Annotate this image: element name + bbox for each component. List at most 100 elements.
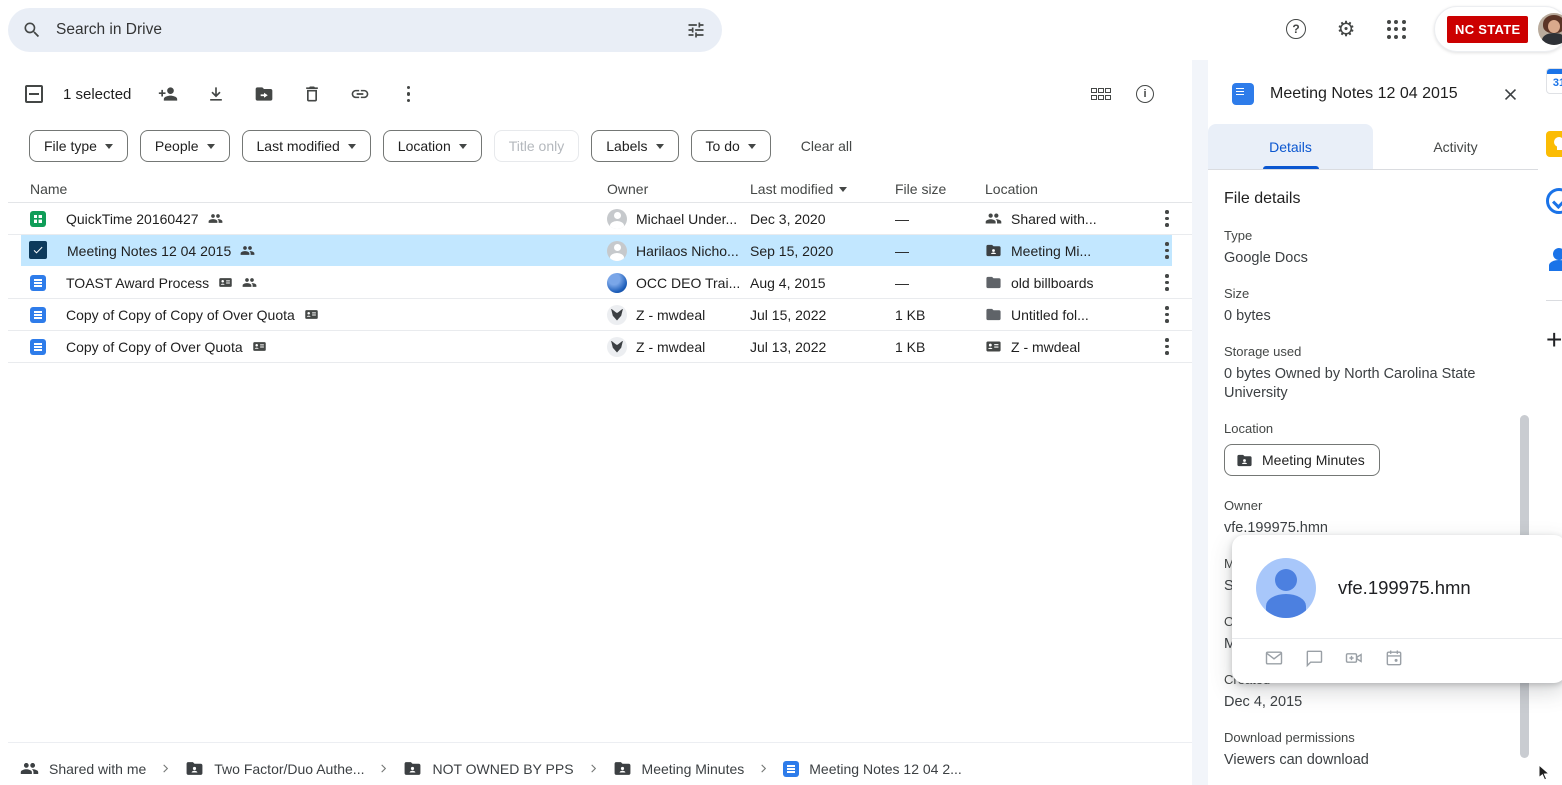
sheets-file-icon <box>30 211 46 227</box>
row-menu-button[interactable] <box>1142 210 1192 227</box>
send-email-button[interactable] <box>1264 648 1284 668</box>
move-button[interactable] <box>253 83 275 105</box>
shared-folder-icon <box>985 242 1002 259</box>
filter-last-modified[interactable]: Last modified <box>242 130 371 162</box>
created-value: Dec 4, 2015 <box>1224 693 1504 712</box>
contacts-app-icon[interactable] <box>1546 245 1562 271</box>
header-file-size[interactable]: File size <box>895 181 985 197</box>
download-button[interactable] <box>205 83 227 105</box>
panel-tabs: Details Activity <box>1208 124 1538 170</box>
docs-file-icon <box>30 275 46 291</box>
file-size: — <box>895 211 909 227</box>
filter-location[interactable]: Location <box>383 130 482 162</box>
tab-details[interactable]: Details <box>1208 124 1373 169</box>
size-label: Size <box>1224 286 1514 301</box>
table-row[interactable]: Copy of Copy of Over Quota Z - mwdeal Ju… <box>8 331 1192 363</box>
shared-folder-icon <box>613 759 632 778</box>
filter-title-only[interactable]: Title only <box>494 130 580 162</box>
divider <box>1232 638 1562 639</box>
location-chip-label: Meeting Minutes <box>1262 452 1365 468</box>
search-icon <box>22 20 42 40</box>
owner-avatar <box>607 209 627 229</box>
grid-view-button[interactable] <box>1090 83 1112 105</box>
table-row-selected[interactable]: Meeting Notes 12 04 2015 Harilaos Nicho.… <box>8 235 1192 267</box>
owner-avatar <box>607 305 627 325</box>
card-divider <box>8 742 1192 743</box>
drive-search-bar[interactable] <box>8 8 722 52</box>
tab-activity[interactable]: Activity <box>1373 124 1538 169</box>
search-options-icon[interactable] <box>686 20 706 40</box>
download-permissions-value: Viewers can download <box>1224 751 1504 770</box>
video-call-button[interactable] <box>1344 648 1364 668</box>
location-chip[interactable]: Meeting Mi... <box>985 242 1142 259</box>
modified-date: Jul 13, 2022 <box>750 339 826 355</box>
keep-app-icon[interactable] <box>1546 131 1562 157</box>
apps-grid-icon <box>1387 20 1406 39</box>
header-location[interactable]: Location <box>985 181 1142 197</box>
modified-date: Aug 4, 2015 <box>750 275 826 291</box>
header-owner[interactable]: Owner <box>607 181 750 197</box>
file-details-title: File details <box>1224 190 1514 208</box>
location-chip[interactable]: Untitled fol... <box>985 306 1142 323</box>
modified-date: Sep 15, 2020 <box>750 243 833 259</box>
table-row[interactable]: TOAST Award Process OCC DEO Trai... Aug … <box>8 267 1192 299</box>
close-panel-button[interactable] <box>1498 82 1522 106</box>
settings-button[interactable]: ⚙ <box>1334 17 1358 41</box>
panel-gap <box>1192 60 1208 785</box>
help-button[interactable]: ? <box>1284 17 1308 41</box>
header-name[interactable]: Name <box>30 181 607 197</box>
shared-people-icon <box>242 275 257 290</box>
breadcrumb-folder[interactable]: Two Factor/Duo Authe... <box>185 759 364 778</box>
filter-file-type[interactable]: File type <box>29 130 128 162</box>
filter-labels[interactable]: Labels <box>591 130 678 162</box>
filter-people[interactable]: People <box>140 130 230 162</box>
more-actions-button[interactable] <box>397 83 419 105</box>
get-link-button[interactable] <box>349 83 371 105</box>
docs-file-icon <box>1232 83 1254 105</box>
panel-title: Meeting Notes 12 04 2015 <box>1270 85 1498 103</box>
apps-launcher-button[interactable] <box>1384 17 1408 41</box>
delete-button[interactable] <box>301 83 323 105</box>
location-chip[interactable]: Z - mwdeal <box>985 338 1142 355</box>
tasks-app-icon[interactable] <box>1546 188 1562 214</box>
share-button[interactable] <box>157 83 179 105</box>
breadcrumb-shared-with-me[interactable]: Shared with me <box>20 759 146 778</box>
team-badge-icon <box>252 339 267 354</box>
add-apps-button[interactable]: + <box>1546 326 1562 354</box>
header-last-modified[interactable]: Last modified <box>750 181 895 197</box>
team-badge-icon <box>218 275 233 290</box>
more-vert-icon <box>407 86 411 103</box>
location-chip[interactable]: Shared with... <box>985 210 1142 227</box>
breadcrumb-folder[interactable]: Meeting Minutes <box>613 759 745 778</box>
user-hover-avatar <box>1256 558 1316 618</box>
breadcrumb-file[interactable]: Meeting Notes 12 04 2... <box>783 761 962 777</box>
deselect-all-checkbox[interactable] <box>25 85 43 103</box>
close-icon <box>1501 85 1520 104</box>
row-menu-button[interactable] <box>1142 338 1192 355</box>
breadcrumb-folder[interactable]: NOT OWNED BY PPS <box>403 759 573 778</box>
row-menu-button[interactable] <box>1142 242 1192 259</box>
clear-all-filters[interactable]: Clear all <box>801 138 852 154</box>
schedule-event-button[interactable] <box>1384 648 1404 668</box>
account-pill[interactable]: NC STATE <box>1434 6 1562 52</box>
location-chip[interactable]: old billboards <box>985 274 1142 291</box>
table-row[interactable]: QuickTime 20160427 Michael Under... Dec … <box>8 203 1192 235</box>
view-details-button[interactable]: i <box>1134 83 1156 105</box>
owner-name: Michael Under... <box>636 211 737 227</box>
table-row[interactable]: Copy of Copy of Copy of Over Quota Z - m… <box>8 299 1192 331</box>
row-menu-button[interactable] <box>1142 274 1192 291</box>
people-icon <box>985 210 1002 227</box>
chevron-down-icon <box>748 144 756 149</box>
breadcrumb: Shared with me Two Factor/Duo Authe... N… <box>20 752 962 785</box>
location-folder-chip[interactable]: Meeting Minutes <box>1224 444 1380 476</box>
row-menu-button[interactable] <box>1142 306 1192 323</box>
chevron-right-icon <box>588 763 599 774</box>
search-input[interactable] <box>56 21 686 39</box>
user-hover-card: vfe.199975.hmn <box>1232 535 1562 683</box>
owner-avatar <box>607 241 627 261</box>
modified-date: Dec 3, 2020 <box>750 211 826 227</box>
row-checkbox-checked[interactable] <box>29 241 47 259</box>
filter-to-do[interactable]: To do <box>691 130 771 162</box>
start-chat-button[interactable] <box>1304 648 1324 668</box>
calendar-app-icon[interactable]: 31 <box>1546 68 1562 94</box>
